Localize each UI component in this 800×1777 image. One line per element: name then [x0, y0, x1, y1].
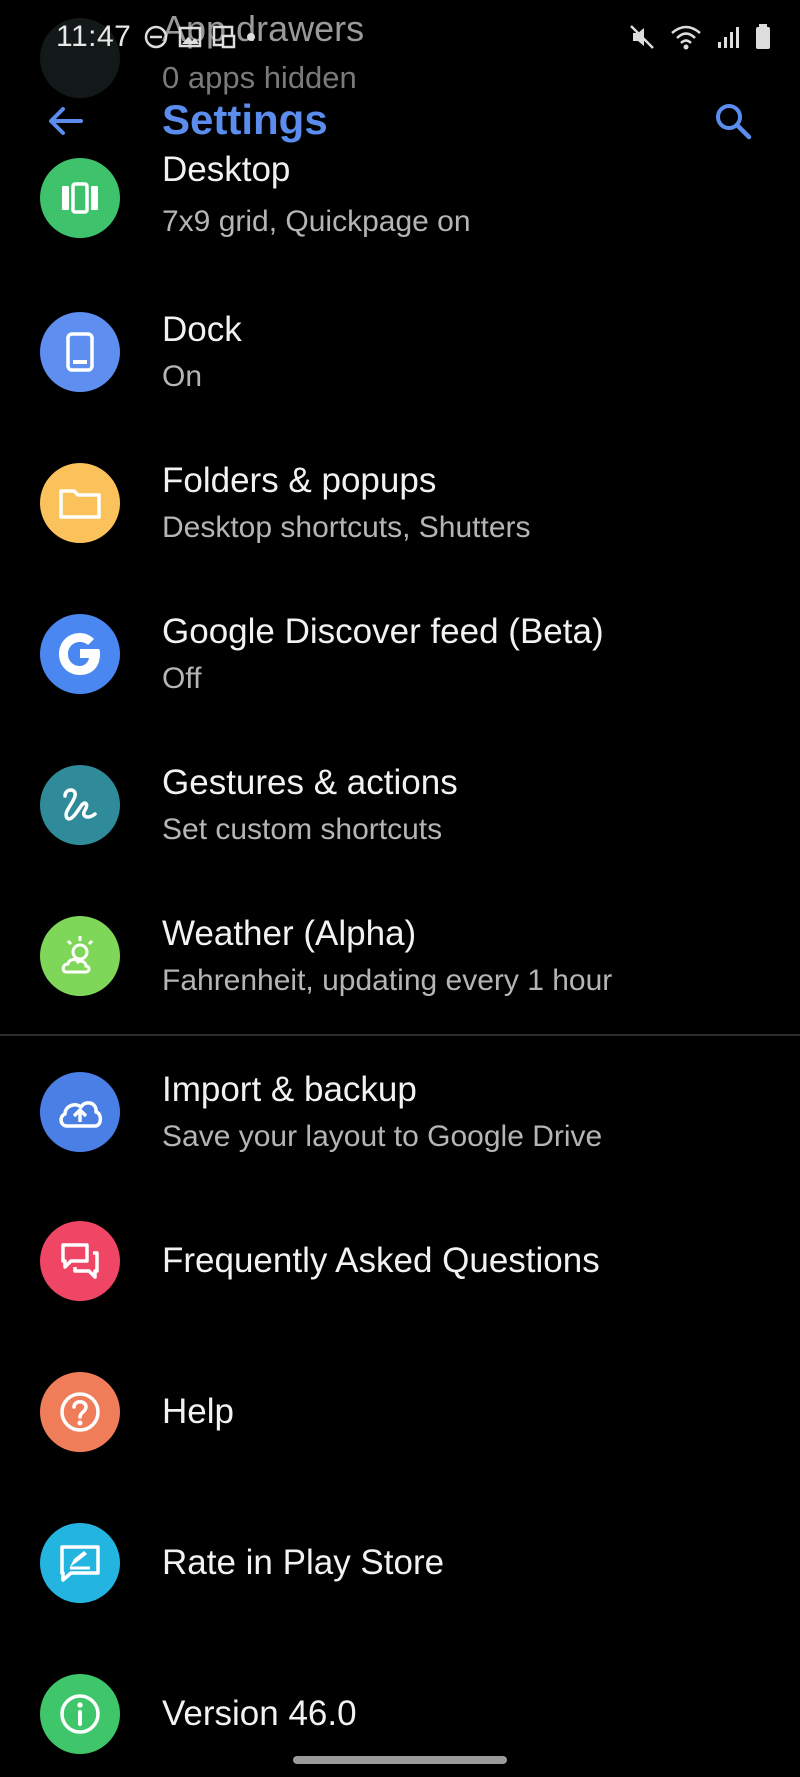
- wifi-icon: [671, 25, 701, 50]
- rate-icon: [40, 1523, 120, 1603]
- list-item-title: Frequently Asked Questions: [162, 1241, 600, 1280]
- list-item-weather[interactable]: Weather (Alpha) Fahrenheit, updating eve…: [0, 884, 800, 1034]
- list-item-subtitle: 7x9 grid, Quickpage on: [162, 205, 471, 238]
- list-item-rate[interactable]: Rate in Play Store: [0, 1489, 800, 1640]
- list-item-dock[interactable]: Dock On: [0, 280, 800, 431]
- list-item-subtitle: Off: [162, 662, 202, 695]
- list-item-subtitle: On: [162, 360, 203, 393]
- google-icon: [40, 614, 120, 694]
- desktop-icon: [40, 158, 120, 238]
- list-item-title: Weather (Alpha): [162, 914, 417, 953]
- folder-icon: [40, 463, 120, 543]
- list-item-title: Folders & popups: [162, 461, 437, 500]
- help-icon: [40, 1372, 120, 1452]
- faq-icon: [40, 1221, 120, 1301]
- list-item-title: Google Discover feed (Beta): [162, 612, 604, 651]
- list-item-subtitle: Desktop shortcuts, Shutters: [162, 511, 531, 544]
- list-item-title: Import & backup: [162, 1070, 417, 1109]
- gallery-icon: [179, 26, 202, 48]
- list-item-subtitle: Save your layout to Google Drive: [162, 1120, 603, 1153]
- settings-list: Desktop 7x9 grid, Quickpage on Dock On F…: [0, 150, 800, 1777]
- list-item-title: Dock: [162, 310, 242, 349]
- list-item-import-backup[interactable]: Import & backup Save your layout to Goog…: [0, 1036, 800, 1187]
- search-icon: [716, 104, 752, 140]
- list-item-title: Version 46.0: [162, 1694, 357, 1733]
- cloud-upload-icon: [40, 1072, 120, 1152]
- do-not-disturb-icon: [145, 25, 168, 49]
- battery-icon: [756, 24, 770, 49]
- mute-icon: [630, 25, 654, 49]
- notification-dot-icon: [247, 33, 256, 41]
- list-item-subtitle: Fahrenheit, updating every 1 hour: [162, 964, 613, 997]
- list-item-title: Help: [162, 1392, 234, 1431]
- list-item-subtitle: Set custom shortcuts: [162, 813, 443, 846]
- app-bar: Settings: [0, 78, 800, 164]
- settings-screen: App drawers 0 apps hidden 11:47 Settings: [0, 0, 800, 1777]
- list-item-help[interactable]: Help: [0, 1338, 800, 1489]
- list-item-desktop[interactable]: Desktop 7x9 grid, Quickpage on: [0, 150, 800, 280]
- list-item-folders[interactable]: Folders & popups Desktop shortcuts, Shut…: [0, 431, 800, 582]
- list-item-faq[interactable]: Frequently Asked Questions: [0, 1187, 800, 1338]
- arrow-back-icon: [49, 107, 83, 135]
- search-button[interactable]: [708, 96, 758, 146]
- status-bar: 11:47: [0, 0, 800, 74]
- home-indicator[interactable]: [293, 1756, 507, 1764]
- list-item-title: Rate in Play Store: [162, 1543, 445, 1582]
- back-button[interactable]: [40, 96, 90, 146]
- status-time: 11:47: [56, 20, 132, 53]
- weather-icon: [40, 916, 120, 996]
- screenshot-icon: [213, 25, 236, 49]
- page-title: Settings: [162, 96, 328, 143]
- list-item-title: Gestures & actions: [162, 763, 458, 802]
- info-icon: [40, 1674, 120, 1754]
- list-item-google-discover[interactable]: Google Discover feed (Beta) Off: [0, 582, 800, 733]
- signal-icon: [718, 27, 739, 48]
- gesture-icon: [40, 765, 120, 845]
- dock-icon: [40, 312, 120, 392]
- list-item-gestures[interactable]: Gestures & actions Set custom shortcuts: [0, 733, 800, 884]
